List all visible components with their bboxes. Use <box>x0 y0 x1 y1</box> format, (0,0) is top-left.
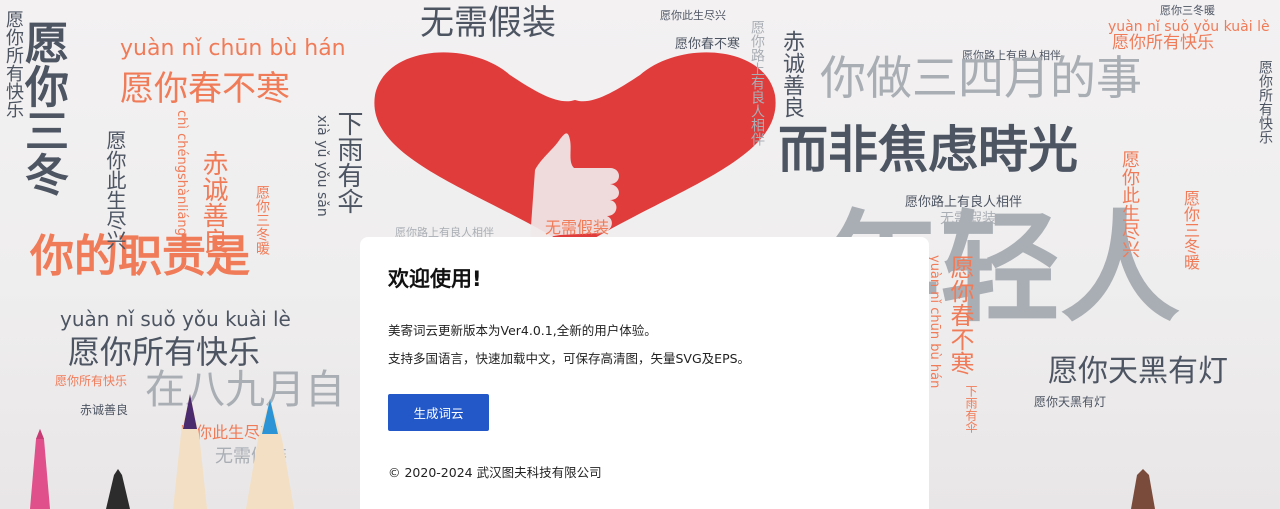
cloud-word: 下雨有伞 <box>964 385 978 433</box>
cloud-word: 你做三四月的事 <box>820 51 1142 105</box>
cloud-word: 而非焦虑時光 <box>778 121 1078 179</box>
generate-wordcloud-button[interactable]: 生成词云 <box>388 394 489 431</box>
pencil-pink <box>30 429 50 509</box>
cloud-word: 赤诚善良 <box>198 150 228 254</box>
cloud-word: 愿你天黑有灯 <box>1048 354 1228 389</box>
cloud-word: 愿你所有快乐 <box>1257 60 1273 144</box>
cloud-word: 愿你三冬暖 <box>1181 190 1200 270</box>
cloud-word: 愿你春不寒 <box>675 37 741 52</box>
cloud-word: 愿你所有快乐 <box>55 374 128 388</box>
cloud-word: 无需假装 <box>545 218 610 237</box>
cloud-word: 愿你天黑有灯 <box>1034 395 1107 409</box>
cloud-word: yuàn nǐ chūn bù hán <box>120 36 346 61</box>
features-text: 支持多国语言，快速加载中文，可保存高清图，矢量SVG及EPS。 <box>388 351 751 366</box>
version-text: 美寄词云更新版本为Ver4.0.1,全新的用户体验。 <box>388 323 657 338</box>
cloud-word: 愿你三冬暖 <box>254 185 270 255</box>
pencil-brown <box>1131 469 1155 509</box>
page-background: 无需假装 yuàn nǐ chūn bù hán 愿你春不寒 愿你三冬 愿你所有… <box>0 0 1280 509</box>
cloud-word: 赤诚善良 <box>779 30 804 118</box>
pencil-black <box>106 469 130 509</box>
cloud-word: yuàn nǐ chūn bù hán <box>927 255 942 389</box>
cloud-word: 愿你春不寒 <box>946 255 974 375</box>
cloud-word: yuàn nǐ suǒ yǒu kuài lè <box>1108 19 1270 35</box>
pencil-purple <box>173 394 207 509</box>
cloud-word: yuàn nǐ suǒ yǒu kuài lè <box>60 307 291 331</box>
cloud-word: 愿你路上有良人相伴 <box>749 20 765 146</box>
cloud-word: 愿你此生尽兴 <box>103 130 127 250</box>
cloud-word: chì chéngshànliáng <box>174 110 189 236</box>
cloud-word: 下雨有伞 <box>333 110 363 214</box>
cloud-word: 愿你春不寒 <box>120 69 290 109</box>
cloud-word: 愿你三冬暖 <box>1160 4 1215 17</box>
cloud-word: 愿你所有快乐 <box>68 333 261 371</box>
cloud-word: 愿你所有快乐 <box>1112 33 1214 53</box>
cloud-word: 愿你此生尽兴 <box>660 9 726 22</box>
cloud-word: 无需假装 <box>420 3 556 43</box>
cloud-word: 愿你三冬 <box>17 20 68 196</box>
welcome-card: 欢迎使用! 美寄词云更新版本为Ver4.0.1,全新的用户体验。 支持多国语言，… <box>360 237 929 509</box>
cloud-word: 愿你所有快乐 <box>3 10 24 118</box>
cloud-word: 赤诚善良 <box>80 403 129 417</box>
cloud-word: 愿你此生尽兴 <box>1119 150 1140 258</box>
welcome-title: 欢迎使用! <box>388 267 482 291</box>
cloud-word: xià yǔ yǒu sǎn <box>314 115 330 217</box>
copyright-text: © 2020-2024 武汉图夫科技有限公司 <box>388 465 602 480</box>
pencil-blue <box>246 399 294 509</box>
